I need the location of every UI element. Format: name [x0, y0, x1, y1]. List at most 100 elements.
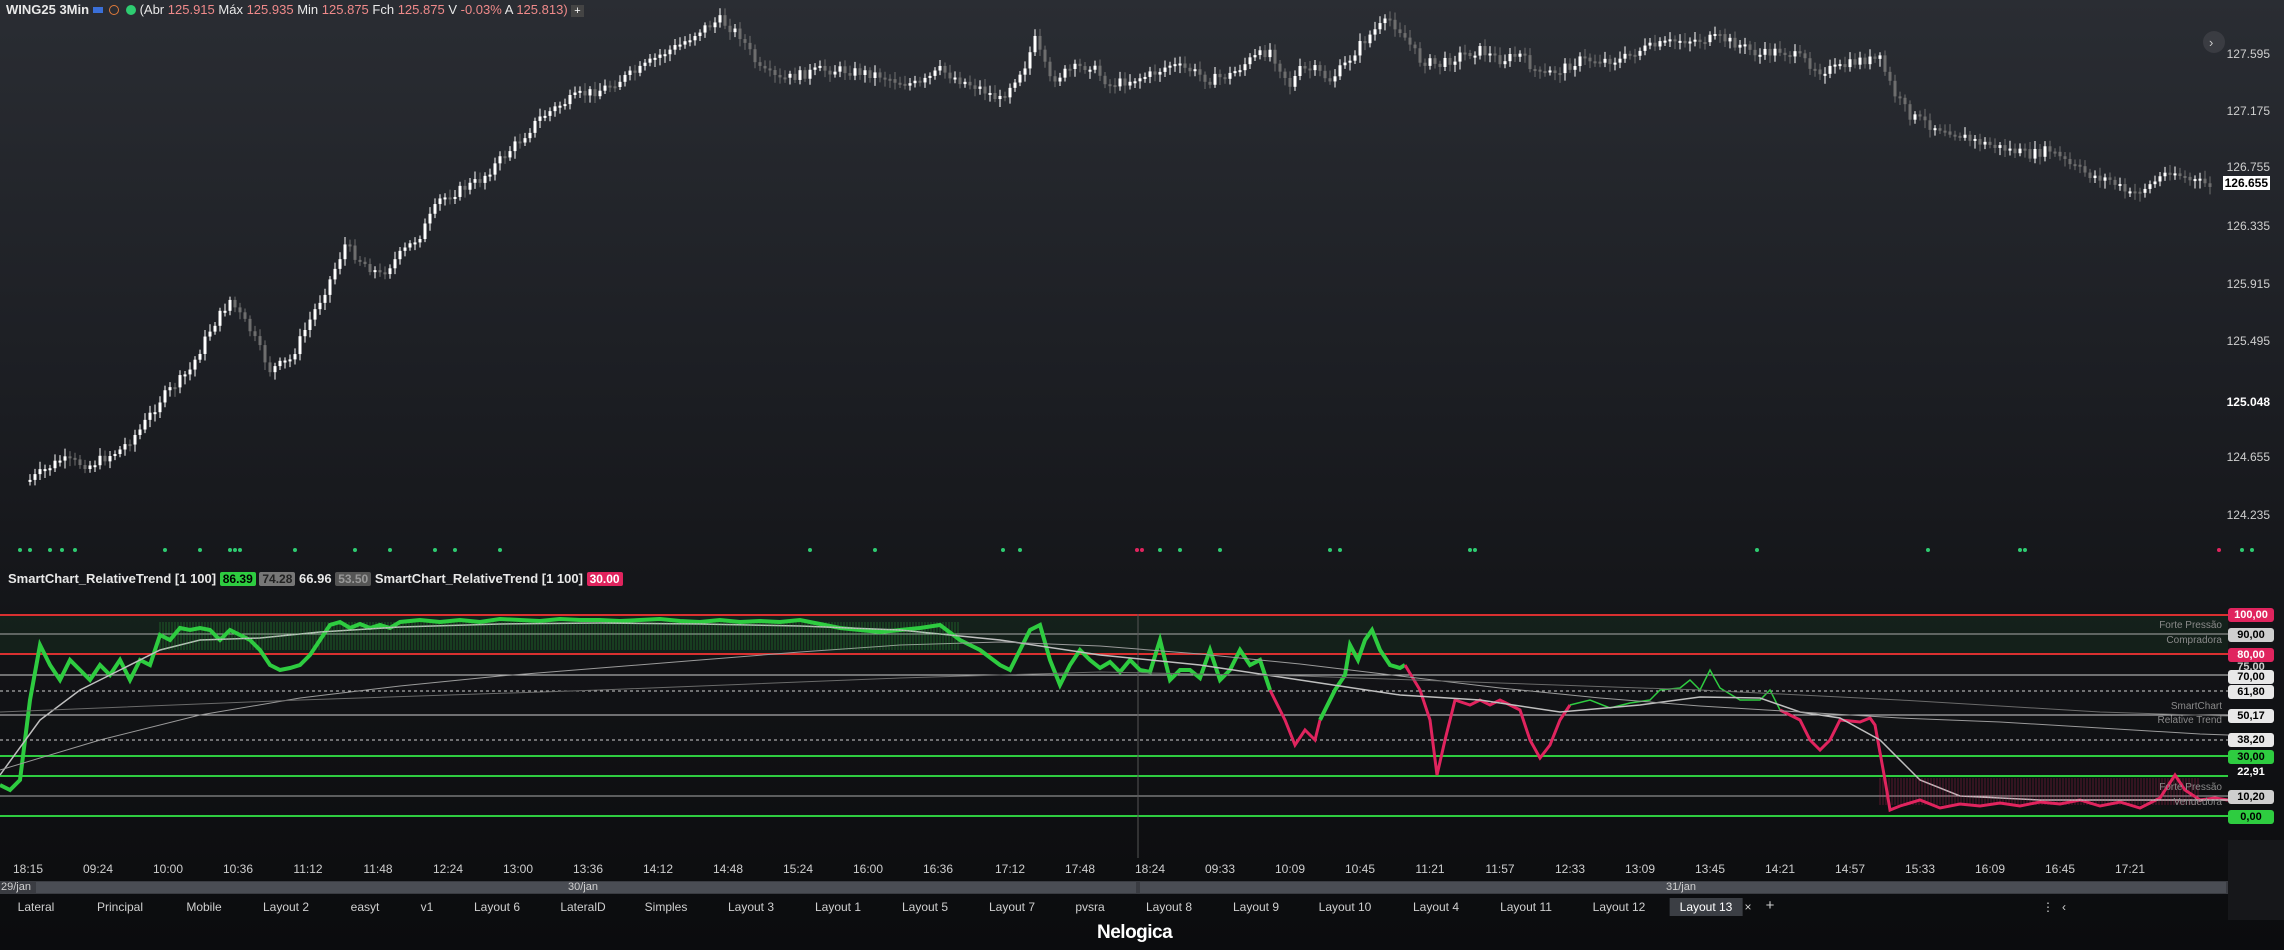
candle-body — [668, 49, 672, 55]
add-tab-icon[interactable]: + — [1766, 897, 1775, 914]
candle-body — [958, 77, 962, 85]
candle-body — [1198, 69, 1202, 75]
time-tick-label: 10:45 — [1344, 862, 1376, 876]
date-scrollbar[interactable]: 29/jan 30/jan 31/jan — [0, 881, 2228, 894]
tab-simples[interactable]: Simples — [645, 900, 688, 914]
tab-layout-8[interactable]: Layout 8 — [1146, 900, 1192, 914]
candle-body — [398, 250, 402, 260]
candle-body — [1958, 135, 1962, 138]
level-label: 10,20 — [2228, 790, 2274, 804]
candle-body — [1683, 40, 1687, 44]
tab-layout-6[interactable]: Layout 6 — [474, 900, 520, 914]
tab-layout-10[interactable]: Layout 10 — [1319, 900, 1372, 914]
candle-body — [2078, 164, 2082, 167]
tab-lateral[interactable]: Lateral — [18, 900, 55, 914]
candle-body — [488, 174, 492, 177]
tab-mobile[interactable]: Mobile — [186, 900, 221, 914]
candle-body — [1263, 50, 1267, 58]
candle-body — [963, 81, 967, 85]
long-average-line — [0, 641, 2229, 771]
candle-body — [983, 86, 987, 94]
candle-body — [1553, 70, 1557, 74]
time-tick-label: 10:00 — [152, 862, 184, 876]
tab-layout-4[interactable]: Layout 4 — [1413, 900, 1459, 914]
buy-signal-marker — [2018, 548, 2022, 552]
candle-body — [1723, 34, 1727, 42]
candle-body — [1518, 53, 1522, 57]
tab-layout-2[interactable]: Layout 2 — [263, 900, 309, 914]
candle-body — [2178, 173, 2182, 176]
candle-body — [673, 45, 677, 50]
collapse-icon[interactable]: ‹ — [2062, 900, 2066, 914]
tab-easyt[interactable]: easyt — [351, 900, 380, 914]
scroll-right-button[interactable] — [2203, 31, 2225, 53]
candle-body — [748, 42, 752, 50]
tab-pvsra[interactable]: pvsra — [1075, 900, 1104, 914]
tab-layout-5[interactable]: Layout 5 — [902, 900, 948, 914]
candle-body — [1593, 61, 1597, 64]
candle-body — [538, 116, 542, 121]
time-tick-label: 17:48 — [1064, 862, 1096, 876]
tab-layout-7[interactable]: Layout 7 — [989, 900, 1035, 914]
candle-body — [353, 245, 357, 260]
tab-v1[interactable]: v1 — [421, 900, 434, 914]
candle-body — [1718, 34, 1722, 37]
tab-laterald[interactable]: LateralD — [560, 900, 605, 914]
candle-body — [2068, 158, 2072, 165]
candle-body — [1898, 96, 1902, 99]
candle-body — [763, 65, 767, 69]
time-tick-label: 11:21 — [1415, 862, 1445, 876]
time-tick-label: 09:33 — [1204, 862, 1236, 876]
candle-body — [1258, 50, 1262, 56]
time-axis[interactable]: 18:15 09:24 10:00 10:36 11:12 11:48 12:24 13:00… — [0, 858, 2228, 882]
candle-body — [1798, 51, 1802, 54]
candle-body — [998, 95, 1002, 100]
candle-body — [2083, 166, 2087, 173]
indicator-value-4: 53.50 — [335, 572, 372, 586]
candle-body — [1698, 39, 1702, 43]
candle-body — [153, 412, 157, 415]
indicator-name-1[interactable]: SmartChart_RelativeTrend [1 100] — [8, 571, 216, 586]
candle-body — [753, 49, 757, 63]
chart-canvas[interactable]: › — [0, 0, 2284, 950]
candle-body — [423, 223, 427, 240]
candle-body — [1123, 78, 1127, 86]
tab-layout-11[interactable]: Layout 11 — [1500, 900, 1552, 914]
tab-layout-12[interactable]: Layout 12 — [1593, 900, 1646, 914]
candle-body — [808, 69, 812, 79]
candle-body — [383, 272, 387, 275]
level-label: 100,00 — [2228, 608, 2274, 622]
candle-body — [928, 75, 932, 78]
close-tab-icon[interactable]: × — [1744, 900, 1751, 914]
candle-body — [1918, 114, 1922, 117]
buy-signal-marker — [1328, 548, 1332, 552]
candle-body — [273, 366, 277, 373]
candle-body — [58, 460, 62, 463]
candle-body — [2148, 184, 2152, 189]
candle-body — [1533, 69, 1537, 72]
buy-signal-marker — [388, 548, 392, 552]
signal-markers — [18, 548, 2254, 552]
tab-layout-9[interactable]: Layout 9 — [1233, 900, 1279, 914]
candle-body — [328, 279, 332, 295]
candle-body — [1538, 69, 1542, 72]
candle-body — [463, 185, 467, 190]
time-tick-label: 14:12 — [642, 862, 674, 876]
candle-body — [703, 25, 707, 33]
tab-principal[interactable]: Principal — [97, 900, 143, 914]
more-options-icon[interactable]: ⋮ — [2042, 900, 2054, 914]
candle-body — [1953, 134, 1957, 137]
buy-signal-marker — [18, 548, 22, 552]
candle-body — [1418, 48, 1422, 63]
price-tick-label: 126.755 — [2226, 160, 2270, 174]
candle-body — [1283, 71, 1287, 78]
candle-body — [588, 89, 592, 96]
tab-layout-13[interactable]: Layout 13 — [1669, 898, 1743, 916]
time-tick-label: 17:12 — [994, 862, 1026, 876]
candle-body — [473, 179, 477, 183]
candle-body — [168, 387, 172, 391]
tab-layout-1[interactable]: Layout 1 — [815, 900, 861, 914]
candle-body — [278, 360, 282, 367]
indicator-name-2[interactable]: SmartChart_RelativeTrend [1 100] — [375, 571, 583, 586]
tab-layout-3[interactable]: Layout 3 — [728, 900, 774, 914]
